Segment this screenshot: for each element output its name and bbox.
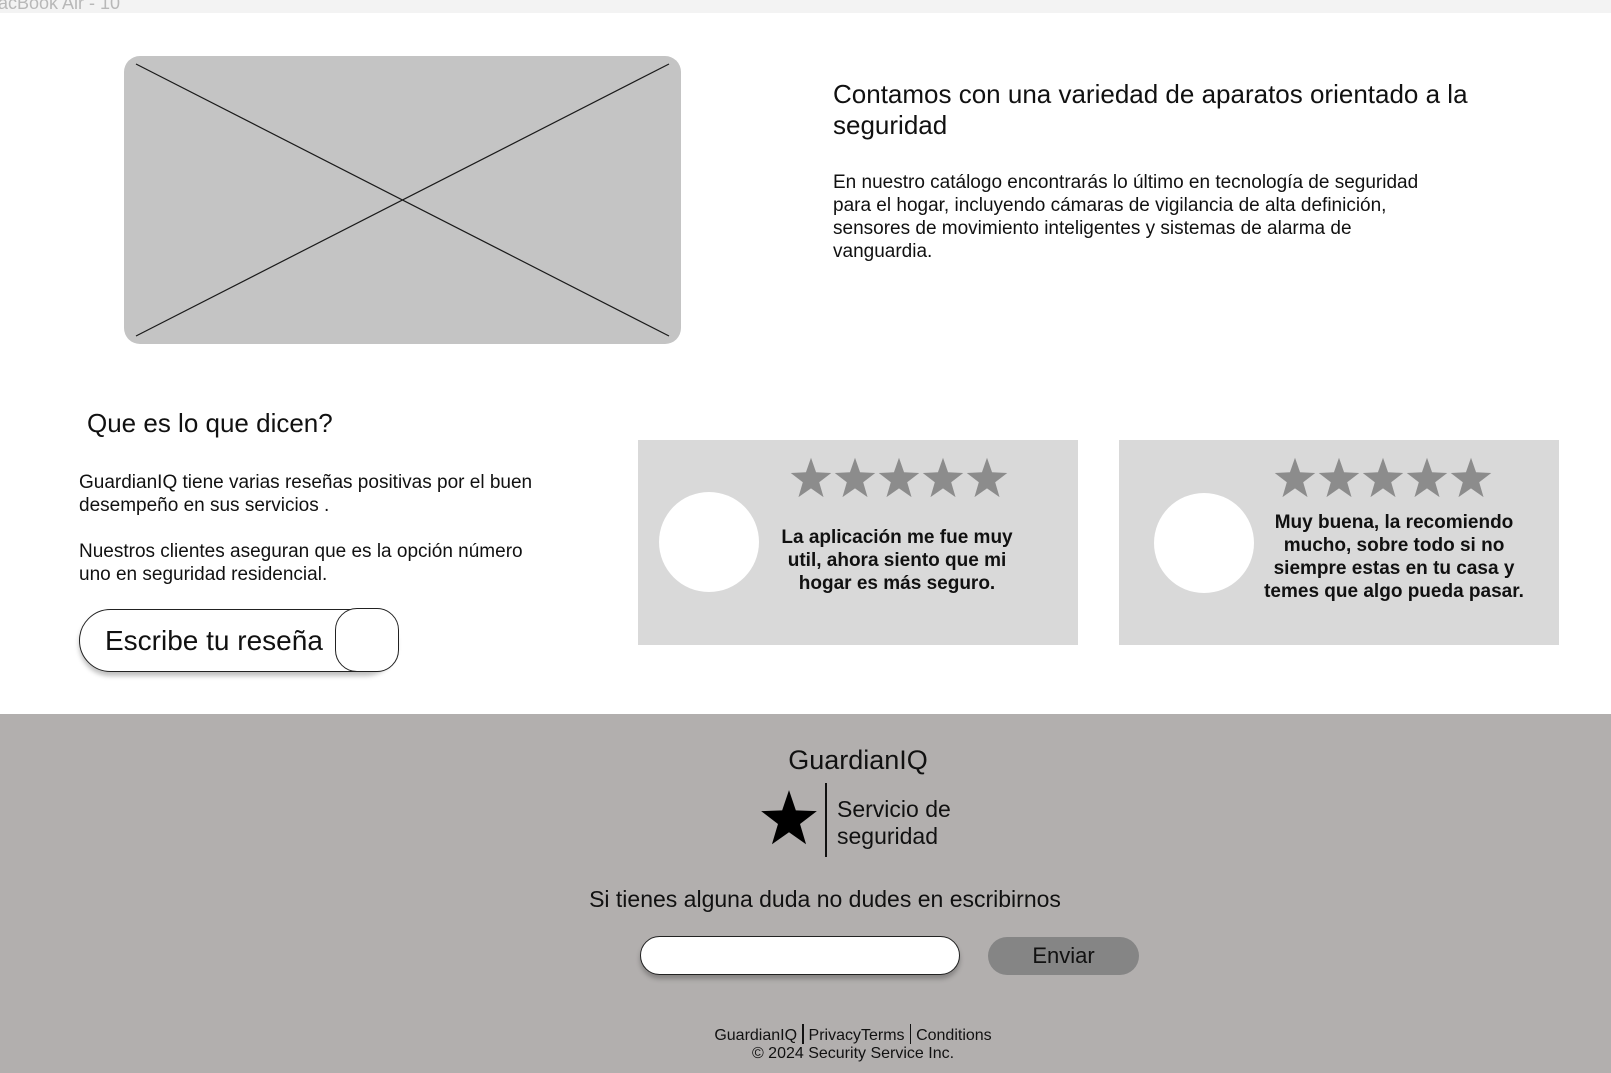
- write-review-button[interactable]: Escribe tu reseña: [79, 608, 399, 672]
- hero-image-placeholder: [124, 56, 681, 344]
- frame-label-bar: lacBook Air - 10: [0, 0, 1611, 13]
- frame-label: lacBook Air - 10: [0, 0, 121, 13]
- footer-copyright: © 2024 Security Service Inc.: [751, 1045, 955, 1062]
- footer-link-conditions[interactable]: Conditions: [916, 1027, 992, 1044]
- star-icon: [1274, 457, 1316, 498]
- avatar: [659, 492, 759, 592]
- footer-links: GuardianIQ PrivacyTerms Conditions: [0, 1024, 1611, 1046]
- footer-link-privacy-terms[interactable]: PrivacyTerms: [809, 1027, 905, 1044]
- star-icon: [966, 457, 1008, 498]
- review-card: Muy buena, la recomiendo mucho, sobre to…: [1119, 440, 1559, 645]
- star-icon: [878, 457, 920, 498]
- review-text: Muy buena, la recomiendo mucho, sobre to…: [1264, 512, 1524, 602]
- footer: GuardianIQ Servicio de seguridad Si tien…: [0, 714, 1611, 1073]
- star-rating: [789, 456, 1009, 502]
- reviews-paragraph-1: GuardianIQ tiene varias reseñas positiva…: [79, 472, 533, 516]
- star-icon: [834, 457, 876, 498]
- avatar: [1154, 493, 1254, 593]
- star-rating: [1273, 456, 1493, 502]
- reviews-title: Que es lo que dicen?: [87, 408, 333, 438]
- image-placeholder-icon: [135, 63, 670, 337]
- footer-contact-prompt: Si tienes alguna duda no dudes en escrib…: [589, 886, 1061, 912]
- star-icon: [1450, 457, 1492, 498]
- write-review-label: Escribe tu reseña: [105, 625, 323, 656]
- footer-brand: GuardianIQ: [788, 745, 928, 775]
- star-icon: [761, 790, 817, 845]
- review-card: La aplicación me fue muy util, ahora sie…: [638, 440, 1078, 645]
- footer-link-separator: [802, 1024, 804, 1044]
- footer-link-guardianiq[interactable]: GuardianIQ: [714, 1027, 797, 1044]
- review-text: La aplicación me fue muy util, ahora sie…: [781, 527, 1013, 594]
- footer-divider: [825, 783, 827, 857]
- footer-link-separator: [909, 1024, 912, 1044]
- star-icon: [1318, 457, 1360, 498]
- reviews-paragraph-2: Nuestros clientes aseguran que es la opc…: [79, 541, 523, 585]
- send-button[interactable]: Enviar: [988, 937, 1139, 975]
- star-icon: [1362, 457, 1404, 498]
- hero-title: Contamos con una variedad de aparatos or…: [833, 79, 1468, 140]
- contact-email-input[interactable]: [640, 936, 960, 975]
- star-icon: [1406, 457, 1448, 498]
- footer-tagline: Servicio de seguridad: [837, 796, 951, 849]
- hero-description: En nuestro catálogo encontrarás lo últim…: [833, 172, 1419, 262]
- toggle-knob[interactable]: [335, 608, 399, 672]
- star-icon: [790, 457, 832, 498]
- star-icon: [922, 457, 964, 498]
